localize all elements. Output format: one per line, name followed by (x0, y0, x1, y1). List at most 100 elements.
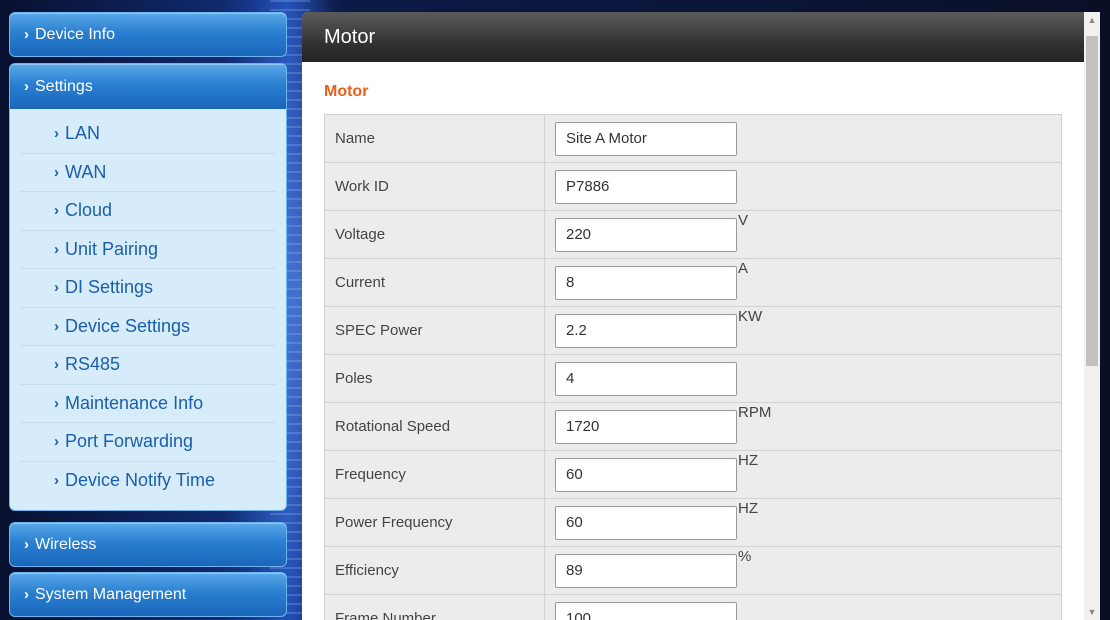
field-label: Power Frequency (324, 498, 545, 547)
current-input[interactable] (555, 265, 737, 300)
field-cell (544, 594, 1062, 620)
rotational-speed-input[interactable] (555, 409, 737, 444)
form-row-poles: Poles (324, 354, 1062, 403)
panel-header: Motor (302, 12, 1100, 62)
unit-label: HZ (738, 499, 758, 517)
field-cell: HZ (544, 450, 1062, 499)
menu-system-management[interactable]: › System Management (9, 572, 287, 617)
menu-wireless-label: Wireless (35, 535, 97, 553)
field-label: Rotational Speed (324, 402, 545, 451)
submenu-item-label: DI Settings (65, 277, 154, 298)
field-cell: HZ (544, 498, 1062, 547)
work-id-input[interactable] (555, 169, 737, 204)
menu-device-info-label: Device Info (35, 25, 116, 43)
scroll-thumb[interactable] (1086, 36, 1098, 366)
menu-system-management-label: System Management (35, 585, 187, 603)
menu-wireless[interactable]: › Wireless (9, 522, 287, 567)
menu-settings-label: Settings (35, 77, 93, 95)
submenu-item-label: WAN (65, 161, 107, 182)
efficiency-input[interactable] (555, 553, 737, 588)
field-cell: % (544, 546, 1062, 595)
unit-label: KW (738, 307, 763, 325)
power-frequency-input[interactable] (555, 505, 737, 540)
chevron-right-icon: › (54, 125, 59, 143)
chevron-right-icon: › (54, 433, 59, 451)
content-panel: Motor Motor NameWork IDVoltage V Current A S… (302, 12, 1100, 620)
submenu-item-di-settings[interactable]: › DI Settings (20, 269, 276, 308)
field-cell: A (544, 258, 1062, 307)
field-cell: V (544, 210, 1062, 259)
unit-label: V (738, 211, 749, 229)
poles-input[interactable] (555, 361, 737, 396)
chevron-right-icon: › (24, 26, 29, 43)
voltage-input[interactable] (555, 217, 737, 252)
submenu-item-label: LAN (65, 123, 101, 144)
form-row-rotational-speed: Rotational Speed RPM (324, 402, 1062, 451)
field-label: Efficiency (324, 546, 545, 595)
menu-settings[interactable]: › Settings (10, 64, 286, 109)
submenu-item-rs485[interactable]: › RS485 (20, 346, 276, 385)
field-label: Poles (324, 354, 545, 403)
form-row-frequency: Frequency HZ (324, 450, 1062, 499)
settings-submenu: › LAN › WAN › Cloud › Unit Pairing › DI Setti… (10, 109, 286, 510)
field-cell: RPM (544, 402, 1062, 451)
unit-label: % (738, 547, 752, 565)
submenu-item-label: Maintenance Info (65, 392, 204, 413)
field-label: Name (324, 114, 545, 163)
field-label: Current (324, 258, 545, 307)
submenu-item-maintenance-info[interactable]: › Maintenance Info (20, 385, 276, 423)
field-label: Frame Number (324, 594, 545, 620)
submenu-item-label: RS485 (65, 354, 121, 375)
submenu-item-cloud[interactable]: › Cloud (20, 192, 276, 231)
menu-device-info[interactable]: › Device Info (9, 12, 287, 57)
motor-form-body: NameWork IDVoltage V Current A SPEC Power KW P… (324, 114, 1062, 620)
field-cell (544, 114, 1062, 163)
unit-label: RPM (738, 403, 772, 421)
field-label: SPEC Power (324, 306, 545, 355)
submenu-item-lan[interactable]: › LAN (20, 115, 276, 154)
unit-label: A (738, 259, 749, 277)
form-row-power-frequency: Power Frequency HZ (324, 498, 1062, 547)
frequency-input[interactable] (555, 457, 737, 492)
submenu-item-wan[interactable]: › WAN (20, 154, 276, 192)
field-label: Work ID (324, 162, 545, 211)
chevron-right-icon: › (54, 317, 59, 335)
form-row-current: Current A (324, 258, 1062, 307)
unit-label: HZ (738, 451, 758, 469)
form-row-frame-number: Frame Number (324, 594, 1062, 620)
scroll-up-arrow-icon[interactable]: ▲ (1084, 12, 1100, 28)
chevron-right-icon: › (24, 536, 29, 553)
form-row-name: Name (324, 114, 1062, 163)
chevron-right-icon: › (24, 586, 29, 603)
form-row-efficiency: Efficiency% (324, 546, 1062, 595)
field-cell (544, 162, 1062, 211)
scroll-down-arrow-icon[interactable]: ▼ (1084, 604, 1100, 620)
submenu-item-label: Cloud (65, 200, 113, 221)
submenu-item-device-settings[interactable]: › Device Settings (20, 308, 276, 346)
chevron-right-icon: › (24, 78, 29, 95)
frame-number-input[interactable] (555, 601, 737, 620)
spec-power-input[interactable] (555, 313, 737, 348)
submenu-item-label: Unit Pairing (65, 238, 159, 259)
chevron-right-icon: › (54, 356, 59, 374)
chevron-right-icon: › (54, 394, 59, 412)
submenu-item-device-notify-time[interactable]: › Device Notify Time (20, 462, 276, 501)
submenu-item-port-forwarding[interactable]: › Port Forwarding (20, 423, 276, 462)
chevron-right-icon: › (54, 163, 59, 181)
submenu-item-label: Device Notify Time (65, 470, 216, 491)
form-row-voltage: Voltage V (324, 210, 1062, 259)
field-label: Frequency (324, 450, 545, 499)
chevron-right-icon: › (54, 202, 59, 220)
form-row-work-id: Work ID (324, 162, 1062, 211)
field-label: Voltage (324, 210, 545, 259)
sidebar: › Device Info › Settings › LAN › WAN › Clou… (9, 12, 287, 617)
submenu-item-label: Port Forwarding (65, 431, 194, 452)
motor-form: NameWork IDVoltage V Current A SPEC Power KW P… (324, 114, 1062, 620)
vertical-scrollbar[interactable]: ▲ ▼ (1084, 12, 1100, 620)
submenu-item-unit-pairing[interactable]: › Unit Pairing (20, 231, 276, 269)
submenu-item-label: Device Settings (65, 315, 191, 336)
section-title: Motor (324, 83, 369, 100)
field-cell (544, 354, 1062, 403)
form-row-spec-power: SPEC Power KW (324, 306, 1062, 355)
name-input[interactable] (555, 121, 737, 156)
